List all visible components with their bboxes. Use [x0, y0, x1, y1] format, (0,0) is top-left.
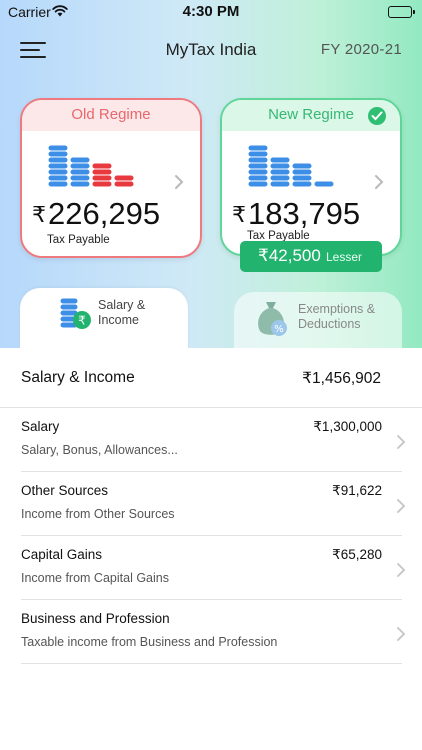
income-summary-row: Salary & Income ₹1,456,902	[0, 348, 422, 408]
money-bag-percent-icon: %	[258, 302, 287, 336]
item-value: ₹65,280	[332, 547, 382, 562]
savings-label: Lesser	[326, 250, 363, 264]
coins-rupee-icon: ₹	[59, 297, 91, 329]
old-regime-tax-label: Tax Payable	[47, 234, 110, 246]
tab-exemptions-deductions-label: Exemptions & Deductions	[298, 302, 376, 331]
tab-salary-income-label: Salary & Income	[98, 298, 146, 327]
item-title: Other Sources	[21, 483, 109, 498]
chevron-right-icon	[397, 563, 406, 577]
summary-title: Salary & Income	[21, 369, 135, 386]
summary-value: ₹1,456,902	[302, 370, 381, 387]
chevron-right-icon	[175, 175, 184, 189]
item-subtitle: Income from Capital Gains	[21, 571, 169, 585]
new-regime-card[interactable]: New Regime ₹183,795 Tax Payable	[220, 98, 402, 256]
rupee-symbol: ₹	[232, 202, 246, 227]
chevron-right-icon	[397, 435, 406, 449]
item-title: Business and Profession	[21, 611, 170, 626]
old-regime-card[interactable]: Old Regime ₹226,295 Tax Payable	[20, 98, 202, 258]
list-item-capital-gains[interactable]: Capital Gains Income from Capital Gains …	[21, 536, 406, 600]
svg-text:%: %	[274, 324, 284, 335]
chevron-right-icon	[397, 627, 406, 641]
tab-salary-income[interactable]: ₹ Salary & Income	[20, 288, 188, 348]
check-circle-icon	[368, 107, 386, 125]
svg-text:₹: ₹	[78, 314, 86, 328]
fiscal-year-selector[interactable]: FY 2020-21	[321, 41, 402, 58]
new-regime-amount: ₹183,795	[232, 196, 360, 232]
status-bar: Carrier 4:30 PM	[0, 0, 422, 24]
item-value: ₹1,300,000	[313, 419, 382, 434]
battery-icon	[388, 6, 415, 18]
list-item-other-sources[interactable]: Other Sources Income from Other Sources …	[21, 472, 406, 536]
item-subtitle: Income from Other Sources	[21, 507, 175, 521]
item-title: Salary	[21, 419, 60, 434]
income-panel: Salary & Income ₹1,456,902 Salary Salary…	[0, 348, 422, 750]
rupee-symbol: ₹	[32, 202, 46, 227]
list-item-salary[interactable]: Salary Salary, Bonus, Allowances... ₹1,3…	[21, 408, 406, 472]
savings-amount: ₹42,500	[258, 246, 321, 265]
item-title: Capital Gains	[21, 547, 103, 562]
item-subtitle: Salary, Bonus, Allowances...	[21, 443, 178, 457]
chevron-right-icon	[375, 175, 384, 189]
item-value: ₹91,622	[332, 483, 382, 498]
old-regime-tax-value: 226,295	[48, 196, 161, 231]
new-regime-tax-value: 183,795	[248, 196, 361, 231]
coin-stacks-icon	[248, 144, 335, 188]
item-subtitle: Taxable income from Business and Profess…	[21, 635, 278, 649]
coin-stacks-icon	[48, 144, 135, 188]
old-regime-title: Old Regime	[22, 100, 200, 131]
tab-exemptions-deductions[interactable]: % Exemptions & Deductions	[234, 292, 402, 348]
chevron-right-icon	[397, 499, 406, 513]
old-regime-amount: ₹226,295	[32, 196, 160, 232]
list-item-business-profession[interactable]: Business and Profession Taxable income f…	[21, 600, 406, 664]
savings-badge: ₹42,500 Lesser	[240, 241, 382, 272]
status-time: 4:30 PM	[182, 3, 240, 20]
